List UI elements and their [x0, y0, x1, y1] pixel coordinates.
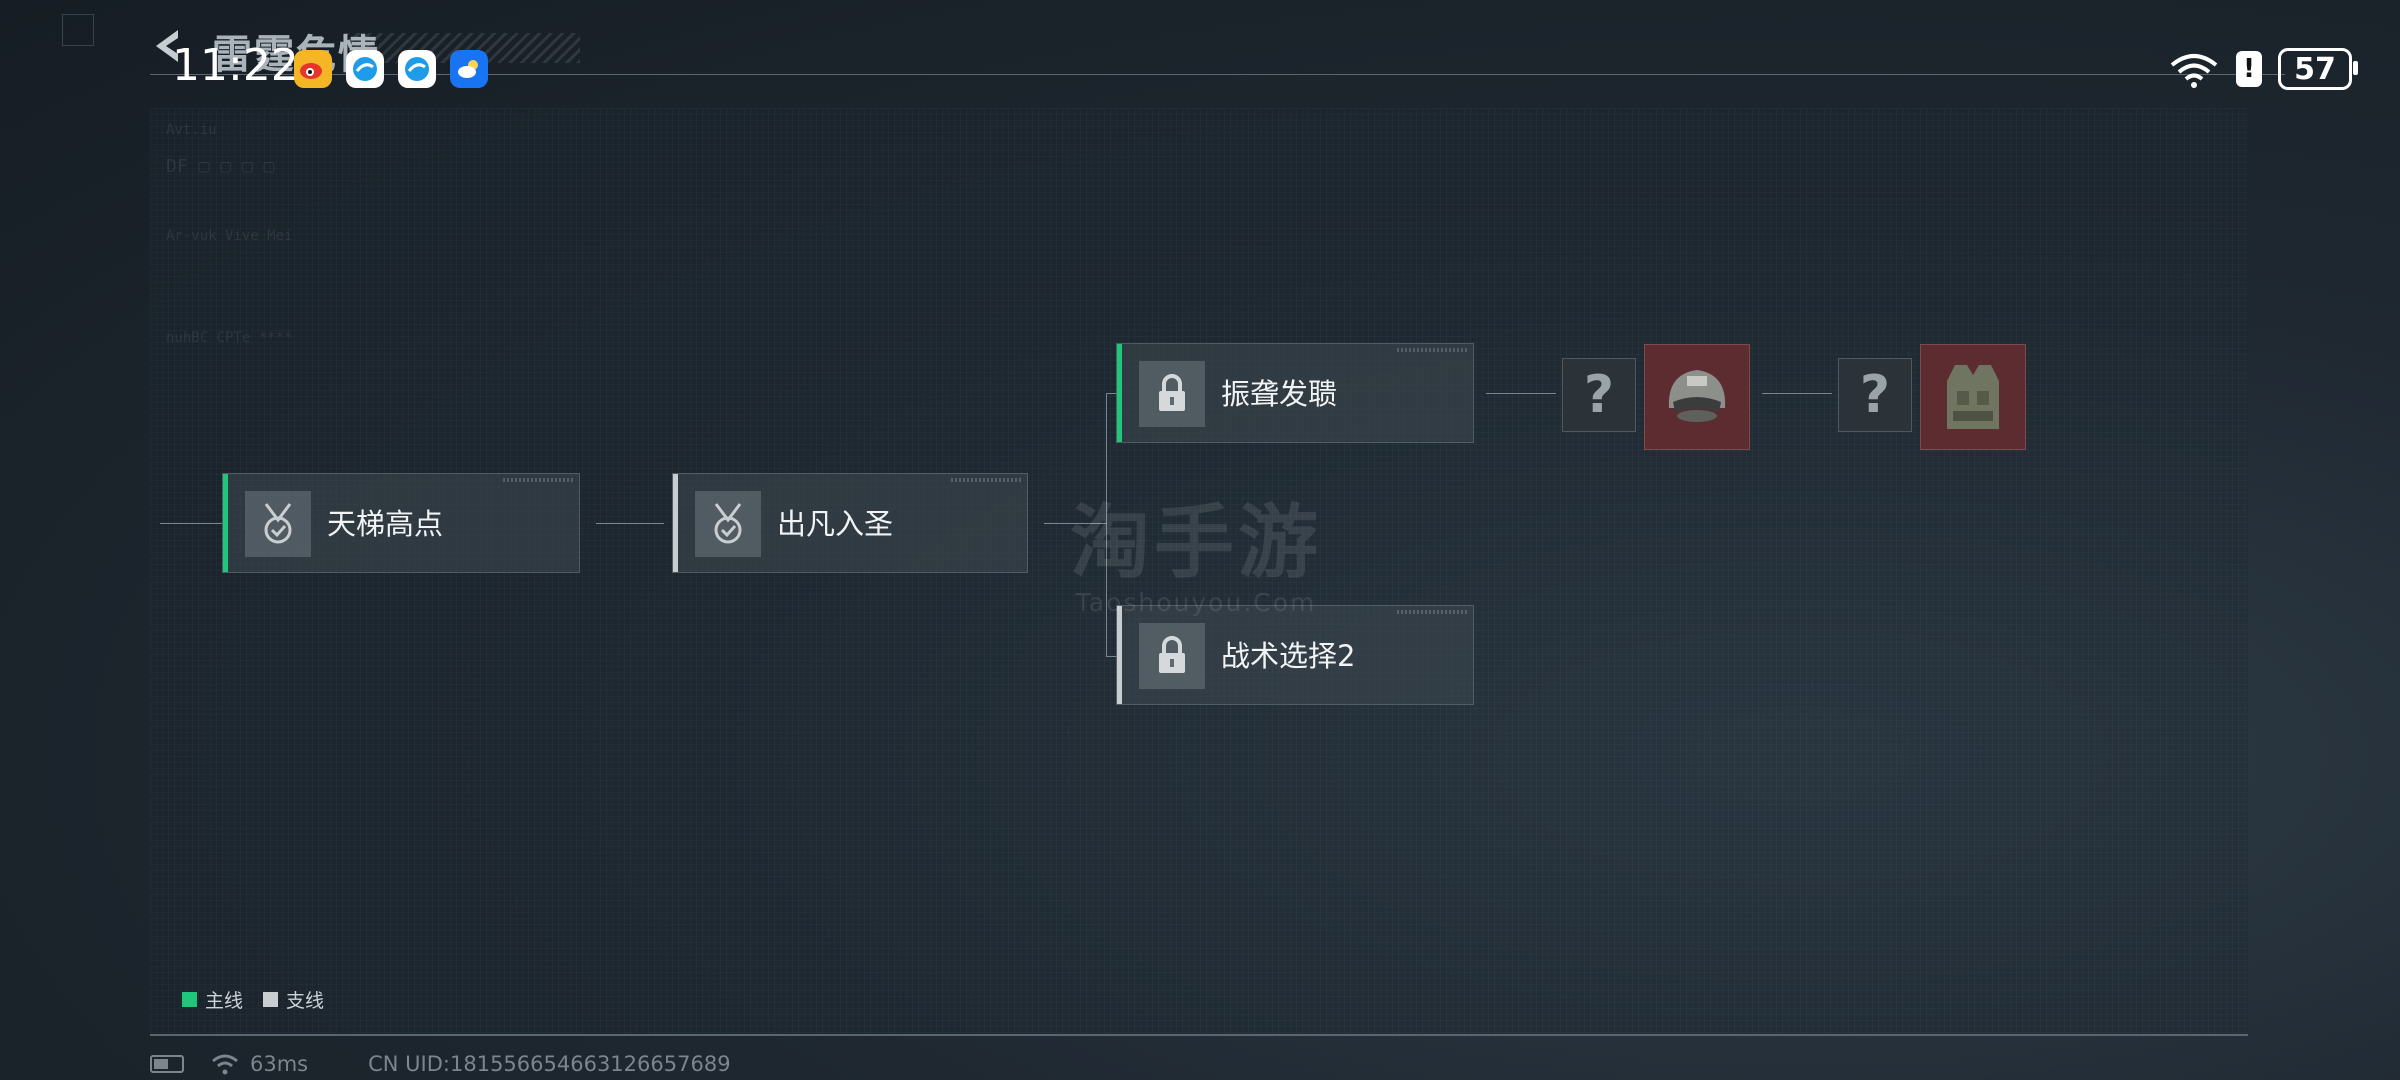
background-code-text: nuhBC CPTe ****	[166, 330, 293, 346]
unknown-reward[interactable]: ?	[1562, 358, 1636, 432]
legend-main: 主线	[182, 986, 243, 1013]
quest-node-label: 出凡入圣	[777, 507, 894, 541]
node-decoration	[1397, 610, 1467, 614]
lock-icon	[1139, 361, 1205, 427]
browser-icon	[398, 50, 436, 88]
alert-icon: !	[2236, 51, 2262, 87]
unknown-reward[interactable]: ?	[1838, 358, 1912, 432]
branchline-indicator	[1117, 606, 1122, 704]
quest-node-zhanshu[interactable]: 战术选择2	[1116, 605, 1474, 705]
legend-main-label: 主线	[205, 990, 244, 1012]
wifi-icon	[2170, 54, 2218, 88]
watermark-text: 淘手游	[1070, 496, 1322, 589]
quest-node-zhenlong[interactable]: 振聋发聩	[1116, 343, 1474, 443]
node-decoration	[503, 478, 573, 482]
mainline-indicator	[223, 474, 228, 572]
corner-frame	[62, 14, 94, 46]
battery-indicator: 57	[2278, 48, 2358, 90]
browser-icon	[346, 50, 384, 88]
legend-branch: 支线	[263, 986, 324, 1013]
legend-branch-swatch	[263, 992, 279, 1007]
status-time: 11:22	[172, 40, 299, 91]
armor-vest-icon	[1947, 365, 1999, 429]
watermark-subtext: Taoshouyou.Com	[1075, 588, 1317, 617]
weibo-icon	[294, 50, 332, 88]
background-code-text: Avt.iu	[166, 122, 217, 138]
lock-icon	[1139, 623, 1205, 689]
quest-node-tianti[interactable]: 天梯高点	[222, 473, 580, 573]
helmet-icon	[1668, 370, 1726, 422]
user-uid: CN UID:1815566546631266576​89	[368, 1052, 731, 1076]
mainline-indicator	[1117, 344, 1122, 442]
battery-icon	[150, 1055, 184, 1073]
quest-node-label: 战术选择2	[1221, 639, 1356, 673]
medal-icon	[245, 491, 311, 557]
background-code-text: Ar-vuk Vive Mei	[166, 228, 293, 244]
connector	[596, 523, 664, 524]
connector	[1762, 393, 1832, 394]
footer-divider	[150, 1034, 2248, 1036]
background-code-text: DF ▢ ▢ ▢ ▢	[166, 156, 275, 177]
watermark: 淘手游 Taoshouyou.Com	[1070, 478, 1322, 617]
legend: 主线 支线	[182, 986, 344, 1013]
medal-icon	[695, 491, 761, 557]
reward-armor[interactable]	[1920, 344, 2026, 450]
reward-helmet[interactable]	[1644, 344, 1750, 450]
notification-icons	[294, 50, 488, 88]
connector	[160, 523, 222, 524]
quest-node-label: 振聋发聩	[1221, 377, 1338, 411]
status-right: ! 57	[2168, 48, 2358, 90]
mainline-indicator	[673, 474, 678, 572]
connector	[1486, 393, 1556, 394]
footer: 63ms CN UID:1815566546631266576​89	[150, 1052, 731, 1076]
quest-node-chufan[interactable]: 出凡入圣	[672, 473, 1028, 573]
legend-branch-label: 支线	[286, 990, 325, 1012]
legend-main-swatch	[182, 992, 197, 1007]
node-decoration	[1397, 348, 1467, 352]
signal-icon	[212, 1054, 238, 1075]
ping-value: 63ms	[250, 1052, 309, 1076]
node-decoration	[951, 478, 1021, 482]
weather-icon	[450, 50, 488, 88]
quest-node-label: 天梯高点	[327, 507, 444, 541]
